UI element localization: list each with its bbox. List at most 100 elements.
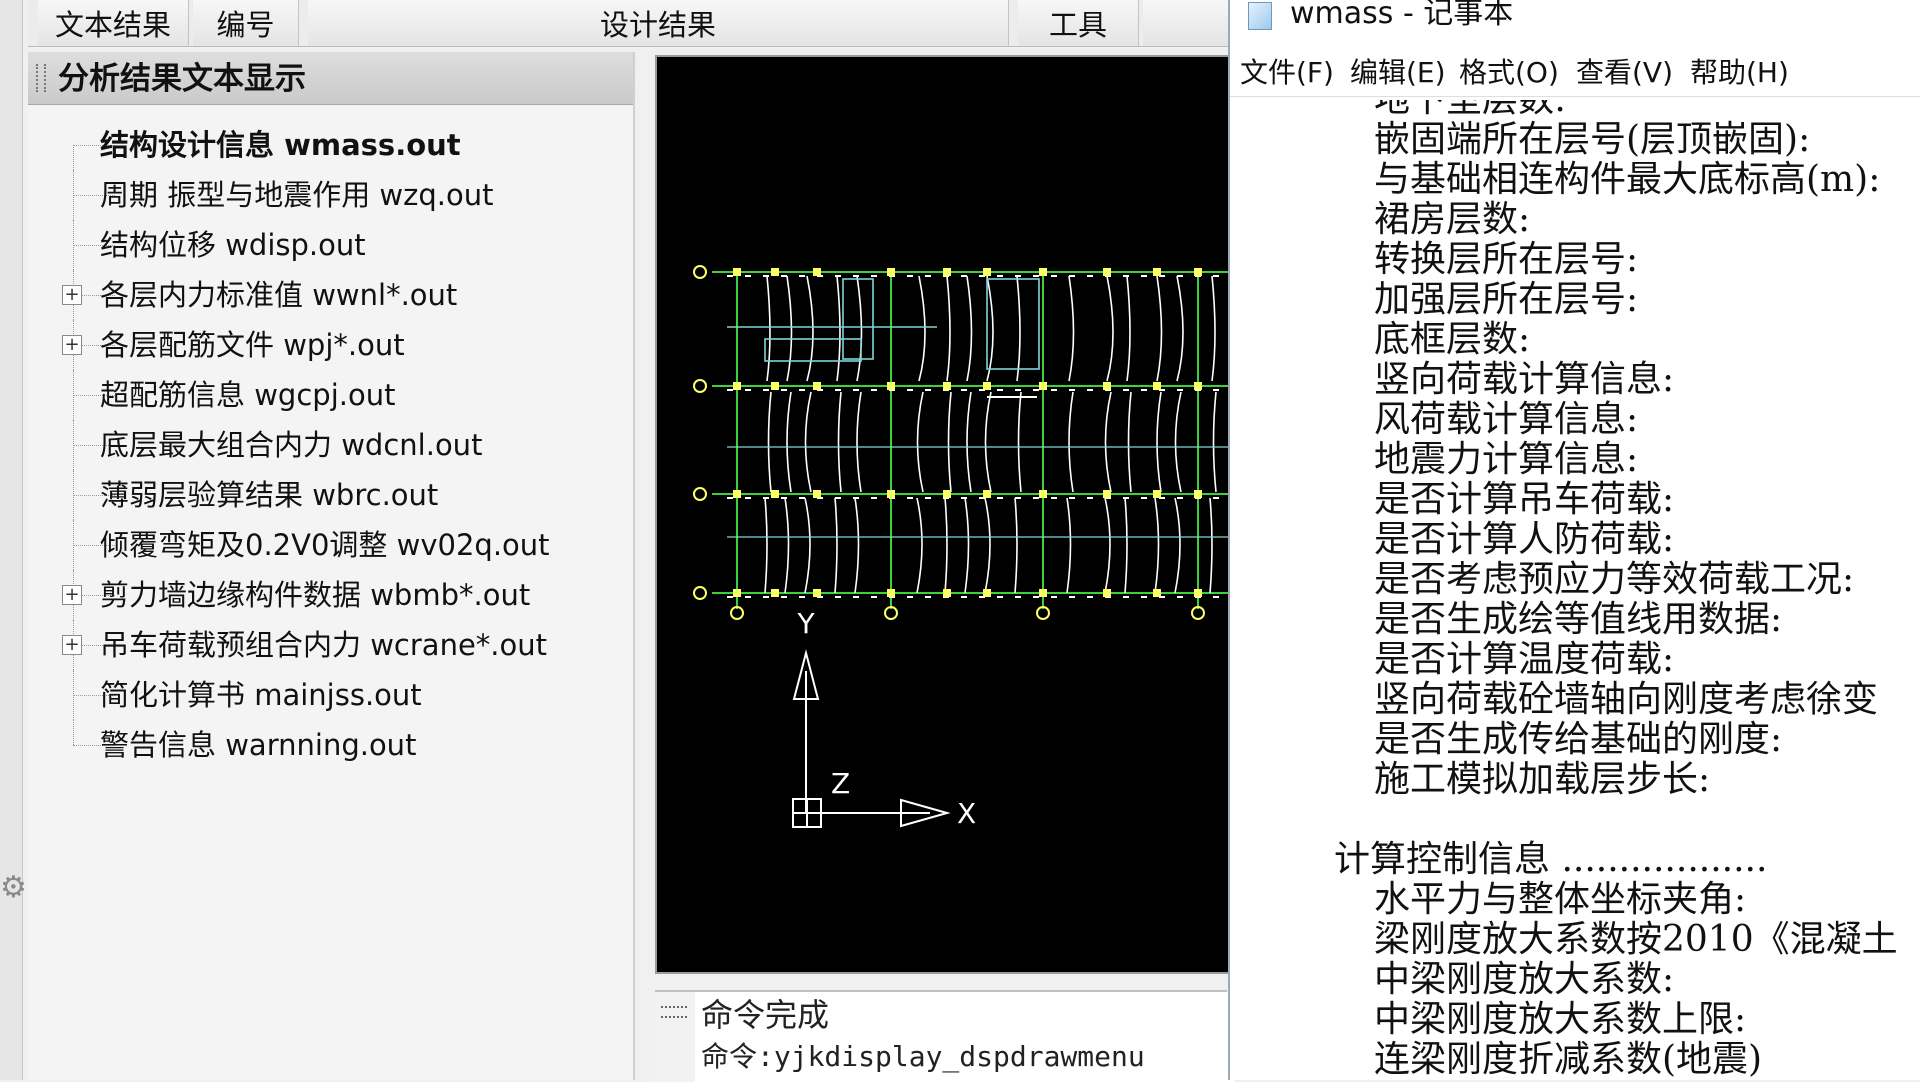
wall-segment <box>786 391 792 493</box>
wall-segment <box>1209 497 1213 594</box>
text-line: 地下室层数: <box>1374 100 1566 120</box>
panel-drag-grip[interactable] <box>36 64 46 92</box>
wall-segment <box>767 391 772 493</box>
axis-bubble <box>693 487 707 501</box>
tree-item-label: 简化计算书 mainjss.out <box>100 678 422 712</box>
tree-item-label: 倾覆弯矩及0.2V0调整 wv02q.out <box>100 528 550 562</box>
column-marker <box>1194 589 1202 597</box>
menu-edit[interactable]: 编辑(E) <box>1350 50 1446 96</box>
wall-segment <box>806 275 814 382</box>
command-drag-grip[interactable] <box>661 1006 687 1018</box>
column-marker <box>813 382 821 390</box>
tree-item-label: 薄弱层验算结果 wbrc.out <box>100 478 439 512</box>
text-line: 施工模拟加载层步长: <box>1374 759 1711 800</box>
column-marker <box>1153 382 1161 390</box>
text-line: 加强层所在层号: <box>1374 279 1639 320</box>
wall-segment <box>1174 391 1182 493</box>
wall-segment <box>784 497 790 594</box>
app-window-edge <box>0 0 23 1080</box>
column-marker <box>1039 490 1047 498</box>
wall-segment <box>1126 275 1131 382</box>
text-line: 中梁刚度放大系数: <box>1374 959 1675 1000</box>
wall-segment <box>1014 497 1018 594</box>
tree-item[interactable]: + 各层内力标准值 wwnl*.out <box>28 270 633 320</box>
expand-plus-icon[interactable]: + <box>62 285 82 305</box>
wall-segment <box>1174 497 1181 594</box>
tree-item[interactable]: 底层最大组合内力 wdcnl.out <box>28 420 633 470</box>
settings-gear-icon[interactable]: ⚙ <box>0 868 27 908</box>
axis-x-label: X <box>957 797 976 830</box>
tree-item-label: 周期 振型与地震作用 wzq.out <box>100 178 494 212</box>
tree-connector <box>73 145 74 170</box>
wall-segment <box>918 275 926 382</box>
tab-text-results[interactable]: 文本结果 <box>38 0 189 46</box>
tree-item[interactable]: 超配筋信息 wgcpj.out <box>28 370 633 420</box>
menu-format[interactable]: 格式(O) <box>1459 50 1559 96</box>
tree-item[interactable]: 结构位移 wdisp.out <box>28 220 633 270</box>
text-line: 裙房层数: <box>1374 199 1531 240</box>
notepad-window: wmass - 记事本 文件(F) 编辑(E) 格式(O) 查看(V) 帮助(H… <box>1228 0 1920 1080</box>
wall-segment <box>1124 497 1128 594</box>
text-line: 是否生成传给基础的刚度: <box>1374 719 1783 760</box>
column-marker <box>1103 589 1111 597</box>
model-graphics-viewport[interactable]: Y Z X <box>655 55 1231 974</box>
column-marker <box>1153 268 1161 276</box>
wall-segment <box>1068 275 1075 382</box>
column-marker <box>1103 268 1111 276</box>
notepad-titlebar[interactable]: wmass - 记事本 <box>1230 0 1920 36</box>
tab-tools[interactable]: 工具 <box>1018 0 1139 46</box>
tree-item[interactable]: + 各层配筋文件 wpj*.out <box>28 320 633 370</box>
text-line: 底框层数: <box>1374 319 1531 360</box>
wall-segment <box>946 275 951 382</box>
wall-segment <box>947 391 952 493</box>
text-line: 是否计算吊车荷载: <box>1374 479 1675 520</box>
tab-design-results[interactable]: 设计结果 <box>308 0 1009 46</box>
wall-segment <box>804 497 811 594</box>
wall-segment <box>1017 391 1022 493</box>
column-marker <box>943 490 951 498</box>
command-status-line: 命令完成 <box>701 996 830 1034</box>
wall-segment <box>1104 497 1111 594</box>
wall-segment <box>1211 275 1216 382</box>
text-line: 地震力计算信息: <box>1374 439 1639 480</box>
expand-plus-icon[interactable]: + <box>62 585 82 605</box>
tree-item[interactable]: 警告信息 warnning.out <box>28 720 633 770</box>
expand-plus-icon[interactable]: + <box>62 335 82 355</box>
column-marker <box>771 268 779 276</box>
axis-grid-lines <box>712 271 1229 609</box>
wall-segment <box>966 275 973 382</box>
tab-numbering[interactable]: 编号 <box>193 0 299 46</box>
expand-plus-icon[interactable]: + <box>62 635 82 655</box>
text-line: 竖向荷载计算信息: <box>1374 359 1675 400</box>
tree-item[interactable]: 倾覆弯矩及0.2V0调整 wv02q.out <box>28 520 633 570</box>
command-output[interactable]: 命令完成 命令:yjkdisplay_dspdrawmenu <box>695 992 1235 1082</box>
structural-members <box>727 275 1229 598</box>
column-marker <box>771 589 779 597</box>
text-line: 是否计算温度荷载: <box>1374 639 1675 680</box>
menu-view[interactable]: 查看(V) <box>1576 50 1673 96</box>
notepad-menubar: 文件(F) 编辑(E) 格式(O) 查看(V) 帮助(H) <box>1230 50 1920 97</box>
tree-item[interactable]: 简化计算书 mainjss.out <box>28 670 633 720</box>
column-marker <box>771 490 779 498</box>
structure-plan-drawing: Y Z X <box>693 265 1229 830</box>
tree-item[interactable]: 周期 振型与地震作用 wzq.out <box>28 170 633 220</box>
tree-item-label: 各层内力标准值 wwnl*.out <box>100 278 458 312</box>
tree-item[interactable]: 薄弱层验算结果 wbrc.out <box>28 470 633 520</box>
menu-file[interactable]: 文件(F) <box>1240 50 1334 96</box>
wall-segment <box>1156 391 1162 493</box>
tree-item[interactable]: + 吊车荷载预组合内力 wcrane*.out <box>28 620 633 670</box>
column-marker <box>887 490 895 498</box>
command-input-line: 命令:yjkdisplay_dspdrawmenu <box>701 1040 1145 1073</box>
column-marker <box>983 589 991 597</box>
notepad-text-area[interactable]: 地下室层数:嵌固端所在层号(层顶嵌固):与基础相连构件最大底标高(m):裙房层数… <box>1230 100 1920 1080</box>
text-line: 与基础相连构件最大底标高(m): <box>1374 159 1881 200</box>
text-line: 水平力与整体坐标夹角: <box>1374 879 1747 920</box>
tree-item-label: 剪力墙边缘构件数据 wbmb*.out <box>100 578 531 612</box>
notepad-app-icon <box>1248 2 1272 30</box>
tree-item[interactable]: 结构设计信息 wmass.out <box>28 120 633 170</box>
column-marker <box>1103 490 1111 498</box>
menu-help[interactable]: 帮助(H) <box>1690 50 1789 96</box>
tree-item[interactable]: + 剪力墙边缘构件数据 wbmb*.out <box>28 570 633 620</box>
column-marker <box>887 589 895 597</box>
column-marker <box>733 589 741 597</box>
